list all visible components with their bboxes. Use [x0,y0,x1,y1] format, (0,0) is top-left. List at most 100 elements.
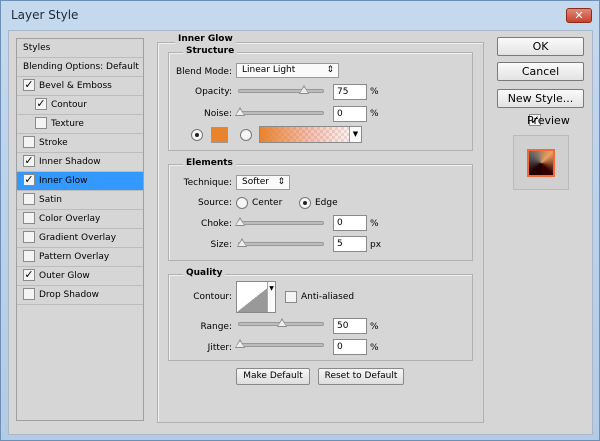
size-slider-thumb[interactable] [237,238,247,247]
size-label: Size: [210,240,232,250]
source-edge-radio[interactable] [299,197,311,209]
range-label: Range: [200,322,232,332]
solid-color-radio[interactable] [191,129,203,141]
anti-aliased-checkbox[interactable] [285,291,297,303]
dropdown-arrow-icon[interactable]: ▼ [349,127,361,142]
ok-button[interactable]: OK [497,37,584,56]
sidebar-item-bevel-emboss[interactable]: ✓ Bevel & Emboss [17,77,143,96]
checkbox[interactable]: ✓ [23,78,35,91]
source-center-label: Center [252,198,283,208]
noise-slider-thumb[interactable] [235,107,245,116]
glow-color-swatch[interactable] [211,127,228,143]
size-slider[interactable] [237,238,324,247]
jitter-input[interactable]: 0 [333,339,367,355]
updown-icon: ⇕ [277,177,285,187]
checkbox[interactable] [23,192,35,205]
blend-mode-label: Blend Mode: [175,67,232,77]
sidebar-item-contour[interactable]: ✓ Contour [17,96,143,115]
sidebar-item-label: Contour [51,100,87,110]
new-style-button[interactable]: New Style... [497,89,584,108]
jitter-slider[interactable] [235,339,324,348]
sidebar-item-color-overlay[interactable]: Color Overlay [17,210,143,229]
range-slider-thumb[interactable] [277,318,287,327]
jitter-label: Jitter: [207,343,232,353]
sidebar-item-label: Pattern Overlay [39,252,110,262]
sidebar-item-inner-shadow[interactable]: ✓ Inner Shadow [17,153,143,172]
technique-label: Technique: [183,178,232,188]
sidebar-item-satin[interactable]: Satin [17,191,143,210]
choke-label: Choke: [201,219,232,229]
sidebar-item-pattern-overlay[interactable]: Pattern Overlay [17,248,143,267]
noise-input[interactable]: 0 [333,106,367,122]
make-default-button[interactable]: Make Default [236,368,310,385]
sidebar-item-label: Inner Shadow [39,157,101,167]
sidebar-item-texture[interactable]: Texture [17,115,143,134]
checkbox[interactable]: ✓ [23,268,35,281]
noise-slider[interactable] [235,107,324,116]
checkbox[interactable]: ✓ [23,154,35,167]
sidebar-item-label: Drop Shadow [39,290,100,300]
noise-unit: % [370,109,379,119]
styles-list: Styles Blending Options: Default ✓ Bevel & … [16,38,144,421]
quality-legend: Quality [183,268,226,278]
sidebar-item-label: Outer Glow [39,271,90,281]
range-slider[interactable] [238,318,324,327]
checkbox[interactable] [23,230,35,243]
sidebar-item-inner-glow[interactable]: ✓ Inner Glow [17,172,143,191]
sidebar-item-outer-glow[interactable]: ✓ Outer Glow [17,267,143,286]
contour-picker[interactable]: ▼ [236,281,276,313]
close-icon[interactable]: ✕ [566,8,592,23]
jitter-slider-thumb[interactable] [235,339,245,348]
structure-legend: Structure [183,46,238,56]
jitter-unit: % [370,343,379,353]
checkbox[interactable] [23,211,35,224]
sidebar-item-label: Styles [23,43,51,53]
noise-label: Noise: [204,109,232,119]
technique-value: Softer [242,177,269,187]
sidebar-item-label: Gradient Overlay [39,233,117,243]
opacity-slider-thumb[interactable] [299,85,309,94]
sidebar-item-blending-options-default[interactable]: Blending Options: Default [17,58,143,77]
blend-mode-select[interactable]: Linear Light ⇕ [236,63,339,78]
sidebar-item-stroke[interactable]: Stroke [17,134,143,153]
sidebar-item-drop-shadow[interactable]: Drop Shadow [17,286,143,305]
source-edge-label: Edge [315,198,338,208]
checkbox[interactable]: ✓ [23,173,35,186]
opacity-label: Opacity: [195,87,232,97]
checkbox[interactable] [23,287,35,300]
updown-icon: ⇕ [326,65,334,75]
technique-select[interactable]: Softer ⇕ [236,175,290,190]
size-unit: px [370,240,382,250]
contour-label: Contour: [193,292,232,302]
blend-mode-value: Linear Light [242,65,296,75]
checkbox[interactable]: ✓ [35,97,47,110]
source-label: Source: [198,198,232,208]
source-center-radio[interactable] [236,197,248,209]
choke-unit: % [370,219,379,229]
cancel-button[interactable]: Cancel [497,62,584,81]
opacity-input[interactable]: 75 [333,84,367,100]
sidebar-item-label: Inner Glow [39,176,88,186]
sidebar-item-label: Bevel & Emboss [39,81,112,91]
checkbox[interactable] [23,135,35,148]
sidebar-item-styles[interactable]: Styles [17,39,143,58]
choke-input[interactable]: 0 [333,215,367,231]
opacity-unit: % [370,87,379,97]
choke-slider[interactable] [235,217,324,226]
sidebar-item-label: Stroke [39,138,68,148]
opacity-slider[interactable] [238,85,324,94]
sidebar-item-label: Satin [39,195,62,205]
sidebar-item-gradient-overlay[interactable]: Gradient Overlay [17,229,143,248]
choke-slider-thumb[interactable] [235,217,245,226]
range-unit: % [370,322,379,332]
window-title: Layer Style [11,8,79,22]
size-input[interactable]: 5 [333,236,367,252]
gradient-radio[interactable] [240,129,252,141]
reset-to-default-button[interactable]: Reset to Default [318,368,404,385]
range-input[interactable]: 50 [333,318,367,334]
checkbox[interactable] [35,116,47,129]
gradient-picker[interactable]: ▼ [259,126,362,143]
dropdown-arrow-icon[interactable]: ▼ [267,282,275,312]
panel-title: Inner Glow [175,34,236,44]
checkbox[interactable] [23,249,35,262]
